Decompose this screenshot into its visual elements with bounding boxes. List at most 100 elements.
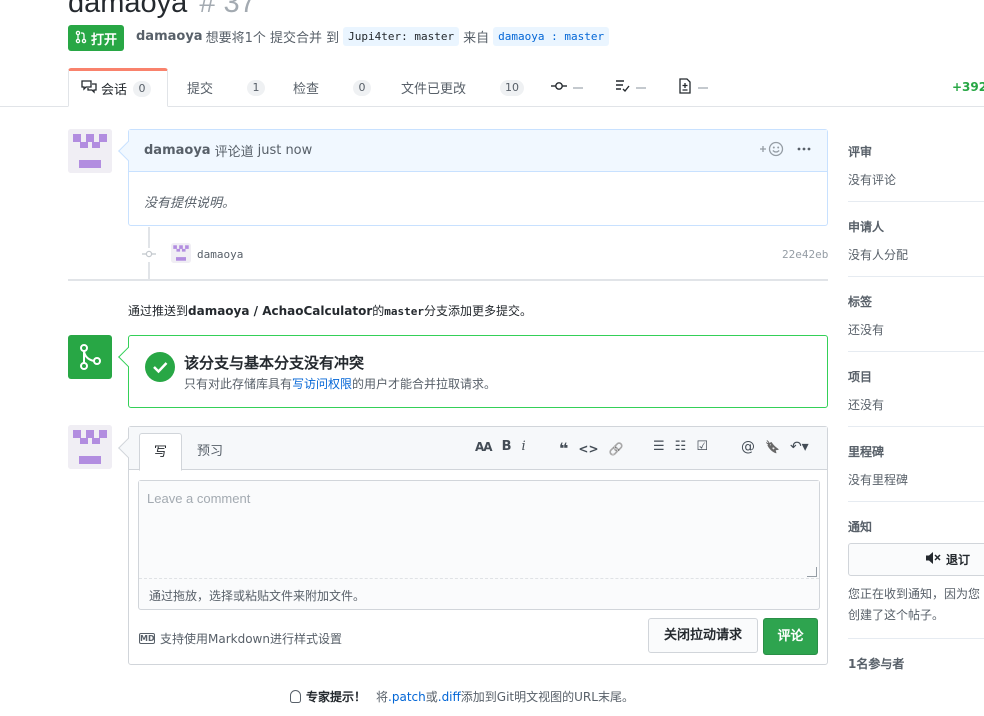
sidebar-divider bbox=[848, 638, 984, 639]
tab-checks[interactable]: 检查 0 bbox=[293, 68, 372, 107]
merge-caret bbox=[118, 347, 138, 367]
markdown-hint[interactable]: MD 支持使用Markdown进行样式设置 bbox=[139, 630, 342, 647]
mute-icon bbox=[925, 551, 941, 568]
quote-button[interactable]: ❝ bbox=[559, 439, 568, 458]
unordered-list-button[interactable]: ☰ bbox=[653, 439, 665, 454]
check-icon bbox=[145, 352, 175, 382]
comment-author-link[interactable]: damaoya bbox=[144, 143, 211, 158]
sidebar-labels[interactable]: 标签 还没有 bbox=[848, 293, 984, 338]
diff-link[interactable]: .diff bbox=[438, 690, 461, 704]
merge-desc-prefix: 只有对此存储库具有 bbox=[184, 377, 293, 391]
avatar[interactable] bbox=[68, 425, 112, 469]
comment-card: damaoya 评论道 just now 没有提供说明。 bbox=[118, 129, 828, 226]
avatar[interactable] bbox=[68, 129, 112, 173]
tab-diff-extra-counter bbox=[698, 86, 708, 89]
tab-checks-count: 0 bbox=[353, 79, 372, 96]
protip-or: 或 bbox=[425, 690, 438, 704]
sidebar-reviewers-value: 没有评论 bbox=[848, 173, 897, 187]
push-note-prefix: 通过推送到 bbox=[128, 304, 189, 318]
comment-action: 评论道 bbox=[214, 145, 254, 160]
tab-commits[interactable]: 提交 1 bbox=[187, 68, 266, 107]
tab-conversation-count: 0 bbox=[133, 80, 152, 97]
diffstat-additions: +392 bbox=[952, 80, 984, 94]
sidebar-divider bbox=[848, 426, 984, 427]
patch-link[interactable]: .patch bbox=[388, 690, 426, 704]
base-branch-ref[interactable]: Jupi4ter: master bbox=[343, 27, 460, 46]
code-button[interactable]: <> bbox=[578, 442, 598, 456]
commit-sha-link[interactable]: 22e42eb bbox=[782, 248, 828, 261]
git-merge-icon bbox=[68, 335, 112, 379]
pr-action-text: 想要将1个 提交合并 到 bbox=[205, 31, 340, 46]
task-list-button[interactable]: ☑ bbox=[696, 439, 708, 454]
ordered-list-button[interactable]: ☷ bbox=[675, 439, 687, 454]
tab-files-changed-label: 文件已更改 bbox=[401, 82, 467, 97]
tab-diff-extra[interactable] bbox=[678, 68, 708, 107]
sidebar-milestone-value: 没有里程碑 bbox=[848, 473, 909, 487]
light-bulb-icon bbox=[290, 690, 301, 703]
from-text: 来自 bbox=[463, 31, 490, 46]
sidebar-projects[interactable]: 项目 还没有 bbox=[848, 368, 984, 413]
tab-files-changed-count: 10 bbox=[500, 79, 525, 96]
commit-avatar[interactable] bbox=[171, 243, 191, 263]
sidebar-assignees-title: 申请人 bbox=[848, 220, 885, 234]
tab-files-changed[interactable]: 文件已更改 10 bbox=[401, 68, 525, 107]
sidebar-divider bbox=[848, 351, 984, 352]
saved-reply-button[interactable]: ↶▾ bbox=[790, 439, 809, 455]
add-reaction-icon[interactable] bbox=[759, 141, 785, 161]
pr-author-link[interactable]: damaoya bbox=[136, 29, 203, 44]
tab-commit-extra[interactable] bbox=[551, 68, 583, 107]
italic-button[interactable]: i bbox=[522, 439, 526, 454]
resize-handle[interactable] bbox=[807, 567, 817, 577]
tab-write[interactable]: 写 bbox=[139, 433, 183, 471]
commit-author-link[interactable]: damaoya bbox=[197, 248, 243, 261]
write-access-link[interactable]: 写访问权限 bbox=[292, 377, 352, 391]
pr-number: # 37 bbox=[199, 0, 256, 19]
comment-button[interactable]: 评论 bbox=[763, 618, 818, 655]
push-note-repo-link[interactable]: damaoya / AchaoCalculator bbox=[188, 304, 372, 318]
sidebar-assignees[interactable]: 申请人 没有人分配 bbox=[848, 218, 984, 263]
sidebar-reviewers[interactable]: 评审 没有评论 bbox=[848, 143, 984, 188]
mention-button[interactable]: @ bbox=[741, 439, 755, 455]
file-diff-icon bbox=[678, 77, 692, 98]
sidebar-milestone-title: 里程碑 bbox=[848, 445, 885, 459]
comment-editor: 通过拖放，选择或粘贴文件来附加文件。 bbox=[138, 480, 820, 610]
tab-commit-extra-counter bbox=[573, 86, 583, 89]
close-pull-request-button[interactable]: 关闭拉动请求 bbox=[648, 618, 758, 653]
git-pull-request-icon bbox=[75, 30, 87, 47]
toolbar-text-group: AA B i bbox=[475, 439, 536, 454]
reference-button[interactable]: 🔖 bbox=[765, 440, 780, 454]
kebab-horizontal-icon[interactable] bbox=[797, 141, 811, 161]
link-button[interactable]: 🔗 bbox=[609, 442, 624, 456]
comment-timestamp[interactable]: just now bbox=[258, 143, 313, 158]
comment-textarea[interactable] bbox=[139, 481, 819, 579]
sidebar-reviewers-title: 评审 bbox=[848, 145, 873, 159]
protip-suffix: 添加到Git明文视图的URL末尾。 bbox=[460, 690, 634, 704]
tab-review-extra-counter bbox=[636, 86, 646, 89]
attach-files-hint[interactable]: 通过拖放，选择或粘贴文件来附加文件。 bbox=[149, 587, 365, 604]
tab-commits-count: 1 bbox=[247, 79, 266, 96]
sidebar-labels-title: 标签 bbox=[848, 295, 873, 309]
head-branch-ref[interactable]: damaoya : master bbox=[493, 27, 610, 46]
notification-reason: 您正在收到通知，因为您创建了这个帖子。 bbox=[848, 587, 981, 622]
sidebar-assignees-value: 没有人分配 bbox=[848, 248, 909, 262]
git-commit-icon bbox=[142, 248, 156, 262]
heading-button[interactable]: AA bbox=[475, 440, 493, 454]
sidebar-milestone[interactable]: 里程碑 没有里程碑 bbox=[848, 443, 984, 488]
protip-prefix: 将 bbox=[376, 690, 389, 704]
tab-preview[interactable]: 预习 bbox=[183, 433, 237, 470]
sidebar-divider bbox=[848, 276, 984, 277]
tab-conversation[interactable]: 会话 0 bbox=[68, 68, 168, 107]
checklist-icon bbox=[615, 79, 630, 97]
timeline-divider bbox=[68, 279, 828, 281]
unsubscribe-button[interactable]: 退订 bbox=[848, 543, 984, 576]
sidebar-projects-title: 项目 bbox=[848, 370, 873, 384]
tab-conversation-label: 会话 bbox=[101, 83, 128, 98]
sidebar-notifications: 通知 bbox=[848, 518, 984, 535]
git-commit-icon bbox=[551, 80, 567, 95]
bold-button[interactable]: B bbox=[502, 439, 512, 454]
push-note-branch: master bbox=[384, 305, 425, 318]
pr-meta: damaoya 想要将1个 提交合并 到 Jupi4ter: master 来自… bbox=[136, 27, 613, 46]
tab-commits-label: 提交 bbox=[187, 82, 214, 97]
tab-review-extra[interactable] bbox=[615, 68, 646, 107]
toolbar-list-group: ☰ ☷ ☑ bbox=[653, 439, 718, 454]
